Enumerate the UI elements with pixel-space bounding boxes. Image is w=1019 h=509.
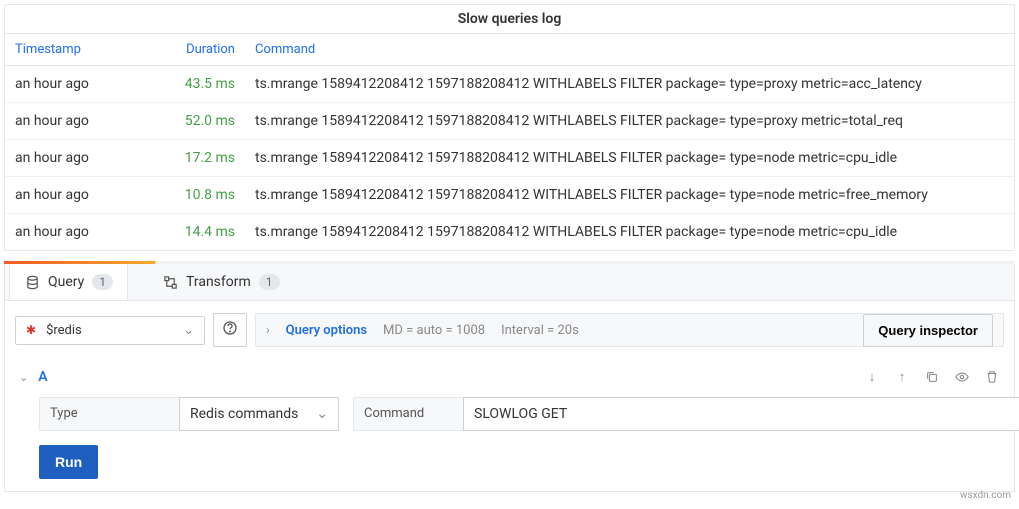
query-letter: A: [38, 369, 47, 385]
table-row: an hour ago 17.2 ms ts.mrange 1589412208…: [5, 140, 1014, 177]
cell-duration: 43.5 ms: [165, 66, 245, 103]
redis-icon: ✱: [26, 323, 36, 337]
question-icon: [222, 320, 238, 340]
help-button[interactable]: [213, 313, 247, 347]
command-field-group: Command SLOWLOG GET ⌄: [353, 397, 1019, 431]
trash-icon[interactable]: [984, 369, 1000, 385]
cell-command: ts.mrange 1589412208412 1597188208412 WI…: [245, 103, 1014, 140]
transform-icon: [162, 274, 178, 290]
interval-text: Interval = 20s: [501, 323, 579, 338]
copy-icon[interactable]: [924, 369, 940, 385]
database-icon: [24, 274, 40, 290]
slowlog-table: Timestamp Duration Command an hour ago 4…: [5, 34, 1014, 250]
chevron-right-icon[interactable]: ›: [266, 323, 270, 337]
datasource-select[interactable]: ✱ $redis ⌄: [15, 316, 205, 345]
command-select[interactable]: SLOWLOG GET ⌄: [463, 397, 1019, 431]
cell-timestamp: an hour ago: [5, 140, 165, 177]
row-actions: ↓ ↑: [864, 369, 1000, 385]
cell-command: ts.mrange 1589412208412 1597188208412 WI…: [245, 66, 1014, 103]
query-options-link[interactable]: Query options: [286, 323, 367, 338]
col-duration[interactable]: Duration: [165, 34, 245, 66]
col-timestamp[interactable]: Timestamp: [5, 34, 165, 66]
options-bar: › Query options MD = auto = 1008 Interva…: [255, 313, 1004, 347]
command-value: SLOWLOG GET: [474, 406, 567, 422]
cell-command: ts.mrange 1589412208412 1597188208412 WI…: [245, 214, 1014, 251]
tab-transform-label: Transform: [186, 274, 251, 290]
eye-icon[interactable]: [954, 369, 970, 385]
tab-transform-count: 1: [259, 274, 280, 290]
cell-duration: 14.4 ms: [165, 214, 245, 251]
move-down-icon[interactable]: ↓: [864, 369, 880, 385]
tab-query[interactable]: Query 1: [9, 264, 128, 300]
md-text: MD = auto = 1008: [383, 323, 485, 338]
panel-title: Slow queries log: [5, 5, 1014, 34]
editor-tabs: Query 1 Transform 1: [4, 264, 1015, 301]
col-command[interactable]: Command: [245, 34, 1014, 66]
run-button[interactable]: Run: [39, 445, 98, 479]
cell-duration: 10.8 ms: [165, 177, 245, 214]
tab-transform[interactable]: Transform 1: [148, 264, 294, 300]
type-select[interactable]: Redis commands ⌄: [179, 397, 339, 431]
toolbar-row: ✱ $redis ⌄ › Query options MD = auto = 1…: [15, 313, 1004, 347]
move-up-icon[interactable]: ↑: [894, 369, 910, 385]
chevron-down-icon: ⌄: [183, 323, 194, 338]
cell-command: ts.mrange 1589412208412 1597188208412 WI…: [245, 140, 1014, 177]
command-label: Command: [353, 397, 463, 431]
type-value: Redis commands: [190, 406, 298, 422]
cell-timestamp: an hour ago: [5, 177, 165, 214]
query-editor: ✱ $redis ⌄ › Query options MD = auto = 1…: [4, 301, 1015, 492]
cell-duration: 52.0 ms: [165, 103, 245, 140]
tab-query-count: 1: [92, 274, 113, 290]
cell-duration: 17.2 ms: [165, 140, 245, 177]
tab-query-label: Query: [48, 274, 84, 290]
fields-row: Type Redis commands ⌄ Command SLOWLOG GE…: [15, 397, 1004, 431]
query-row-header[interactable]: ⌄ A ↓ ↑: [15, 369, 1004, 385]
cell-command: ts.mrange 1589412208412 1597188208412 WI…: [245, 177, 1014, 214]
table-row: an hour ago 43.5 ms ts.mrange 1589412208…: [5, 66, 1014, 103]
chevron-down-icon: ⌄: [316, 406, 328, 422]
table-row: an hour ago 52.0 ms ts.mrange 1589412208…: [5, 103, 1014, 140]
cell-timestamp: an hour ago: [5, 66, 165, 103]
table-row: an hour ago 10.8 ms ts.mrange 1589412208…: [5, 177, 1014, 214]
slowlog-panel: Slow queries log Timestamp Duration Comm…: [4, 4, 1015, 251]
watermark: wsxdn.com: [960, 490, 1011, 501]
chevron-down-icon: ⌄: [19, 371, 28, 384]
type-label: Type: [39, 397, 179, 431]
query-inspector-button[interactable]: Query inspector: [863, 314, 993, 347]
table-row: an hour ago 14.4 ms ts.mrange 1589412208…: [5, 214, 1014, 251]
cell-timestamp: an hour ago: [5, 103, 165, 140]
datasource-value: $redis: [46, 323, 82, 338]
cell-timestamp: an hour ago: [5, 214, 165, 251]
type-field-group: Type Redis commands ⌄: [39, 397, 339, 431]
